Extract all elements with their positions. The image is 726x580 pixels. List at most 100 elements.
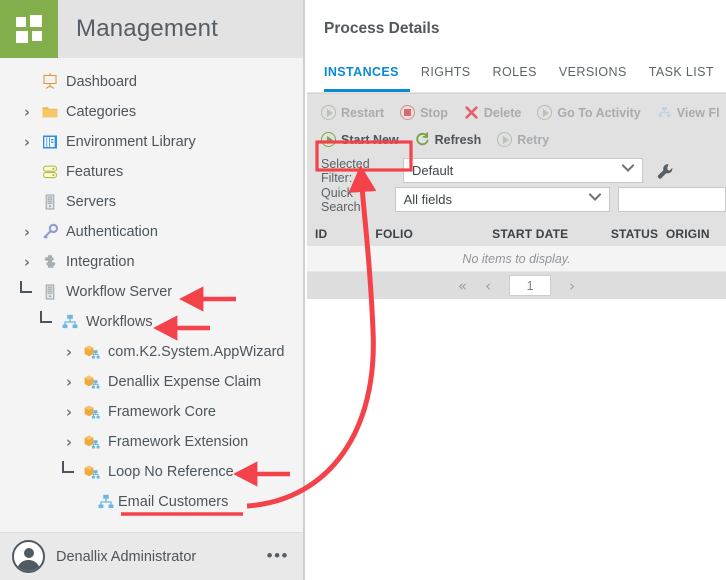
workflow-icon <box>61 313 79 331</box>
main-panel: Process Details INSTANCES RIGHTS ROLES VERS… <box>307 0 726 580</box>
user-bar[interactable]: Denallix Administrator ••• <box>0 532 303 580</box>
ellipsis-icon[interactable]: ••• <box>267 547 289 564</box>
quick-search-select[interactable]: All fields <box>394 187 611 212</box>
workflow-pkg-icon <box>83 463 101 481</box>
sidebar-item-label: Servers <box>66 194 116 210</box>
chevron-right-icon[interactable]: › <box>62 405 76 420</box>
sidebar-item-environment-library[interactable]: › Environment Library <box>0 127 303 157</box>
sidebar-nav: Dashboard › Categories › Environment Library… <box>0 58 303 532</box>
sidebar-item-workflows[interactable]: Workflows <box>0 307 303 337</box>
chevron-right-icon[interactable]: › <box>20 105 34 120</box>
workflow-icon <box>657 105 672 120</box>
refresh-icon <box>415 132 430 147</box>
sidebar-item-label: Authentication <box>66 224 158 240</box>
toolbar: Restart Stop Delete Go To Activity View Fl S… <box>307 93 726 153</box>
workflow-pkg-icon <box>83 403 101 421</box>
workflow-pkg-icon <box>83 373 101 391</box>
server-icon <box>41 283 59 301</box>
instances-grid: ID FOLIO START DATE STATUS ORIGIN No items t… <box>307 222 726 299</box>
quick-search-row: Quick Search: All fields <box>321 186 726 214</box>
grid-column-header[interactable]: STATUS <box>603 227 658 241</box>
sidebar-item-denallix-expense-claim[interactable]: › Denallix Expense Claim <box>0 367 303 397</box>
wrench-icon[interactable] <box>655 161 675 181</box>
selected-filter-value: Default <box>412 163 454 178</box>
sidebar-item-label: Workflow Server <box>66 284 173 300</box>
chevron-right-icon[interactable]: › <box>62 435 76 450</box>
sidebar-item-authentication[interactable]: › Authentication <box>0 217 303 247</box>
sidebar-item-servers[interactable]: Servers <box>0 187 303 217</box>
tree-elbow-icon[interactable] <box>40 311 52 323</box>
sidebar-item-framework-core[interactable]: › Framework Core <box>0 397 303 427</box>
tree-elbow-icon[interactable] <box>62 461 74 473</box>
folder-icon <box>41 103 59 121</box>
stop-circle-icon <box>400 105 416 120</box>
toolbar-button-label: Stop <box>420 105 448 120</box>
double-chevron-left-icon[interactable]: « <box>458 277 467 295</box>
sidebar-item-email-customers[interactable]: Email Customers <box>0 487 303 517</box>
sidebar-item-dashboard[interactable]: Dashboard <box>0 67 303 97</box>
quick-search-input[interactable] <box>618 187 726 212</box>
sidebar-item-label: Environment Library <box>66 134 196 150</box>
sidebar-item-framework-extension[interactable]: › Framework Extension <box>0 427 303 457</box>
view-fl-button: View Fl <box>657 105 720 120</box>
sidebar-item-label: Categories <box>66 104 137 120</box>
sidebar-item-label: Loop No Reference <box>108 464 234 480</box>
toolbar-row-primary: Restart Stop Delete Go To Activity View Fl <box>307 99 726 126</box>
sidebar-item-workflow-server[interactable]: Workflow Server <box>0 277 303 307</box>
play-circle-icon <box>497 132 513 147</box>
app-window: Management Dashboard › Categories › Environm… <box>0 0 726 580</box>
chevron-down-icon <box>622 166 633 177</box>
server-icon <box>41 193 59 211</box>
toolbar-button-label: Refresh <box>434 132 482 147</box>
sidebar-item-features[interactable]: Features <box>0 157 303 187</box>
key-icon <box>41 223 59 241</box>
page-header: Process Details <box>307 0 726 58</box>
grid-column-header[interactable]: START DATE <box>484 227 603 241</box>
sidebar-item-integration[interactable]: › Integration <box>0 247 303 277</box>
chevron-right-icon[interactable]: › <box>20 225 34 240</box>
chevron-right-icon[interactable]: › <box>569 277 575 295</box>
start-new-button[interactable]: Start New <box>321 132 399 147</box>
sidebar-item-categories[interactable]: › Categories <box>0 97 303 127</box>
sidebar-item-com-k2-system-appwizard[interactable]: › com.K2.System.AppWizard <box>0 337 303 367</box>
toolbar-row-secondary: Start New Refresh Retry <box>307 126 726 153</box>
chevron-right-icon[interactable]: › <box>62 345 76 360</box>
delete-button: Delete <box>464 105 521 120</box>
features-icon <box>41 163 59 181</box>
sidebar-item-label: Features <box>66 164 124 180</box>
workflow-icon <box>97 493 115 511</box>
chevron-right-icon[interactable]: › <box>20 135 34 150</box>
sidebar-item-label: Dashboard <box>66 74 137 90</box>
grid-header-row: ID FOLIO START DATE STATUS ORIGIN <box>307 222 726 246</box>
grid-squares-icon[interactable] <box>0 0 58 58</box>
selected-filter-select[interactable]: Default <box>403 158 643 183</box>
brand-bar: Management <box>0 0 303 58</box>
chevron-right-icon[interactable]: › <box>62 375 76 390</box>
grid-column-header[interactable]: ID <box>307 227 367 241</box>
selected-filter-label: Selected Filter: <box>321 156 370 185</box>
tab-rights[interactable]: RIGHTS <box>410 58 482 92</box>
sidebar-item-label: Framework Core <box>108 404 216 420</box>
grid-empty-message: No items to display. <box>307 246 726 272</box>
tab-versions[interactable]: VERSIONS <box>548 58 638 92</box>
library-icon <box>41 133 59 151</box>
page-number[interactable]: 1 <box>509 275 552 296</box>
workflow-pkg-icon <box>83 343 101 361</box>
chevron-right-icon[interactable]: › <box>20 255 34 270</box>
easel-icon <box>41 73 59 91</box>
sidebar-item-label: Email Customers <box>118 494 229 510</box>
tree-elbow-icon[interactable] <box>20 281 32 293</box>
tab-roles[interactable]: ROLES <box>482 58 548 92</box>
sidebar-item-label: Denallix Expense Claim <box>108 374 262 390</box>
grid-column-header[interactable]: FOLIO <box>367 227 484 241</box>
play-circle-icon <box>321 105 336 120</box>
grid-pager: « ‹ 1 › <box>307 272 726 299</box>
stop-button: Stop <box>400 105 448 120</box>
refresh-button[interactable]: Refresh <box>415 132 482 147</box>
tab-instances[interactable]: INSTANCES <box>324 58 410 92</box>
chevron-left-icon[interactable]: ‹ <box>485 277 491 295</box>
sidebar-item-loop-no-reference[interactable]: Loop No Reference <box>0 457 303 487</box>
grid-column-header[interactable]: ORIGIN <box>658 227 726 241</box>
toolbar-button-label: Retry <box>517 132 550 147</box>
tab-task-list[interactable]: TASK LIST <box>638 58 725 92</box>
